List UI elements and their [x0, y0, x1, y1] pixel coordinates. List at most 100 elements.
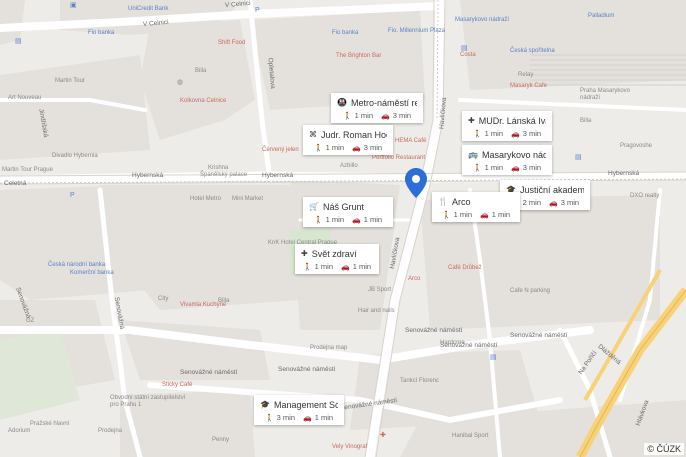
- card-title: Náš Grunt: [322, 201, 364, 212]
- drive-time: 3 min: [363, 143, 383, 152]
- card-title: Masarykovo nádr...: [481, 149, 546, 160]
- drive-time: 1 min: [491, 210, 511, 219]
- place-pragovoshe: Pragovoshe: [620, 143, 653, 149]
- walk-icon: 🚶: [472, 130, 482, 138]
- car-icon: 🚗: [341, 263, 350, 271]
- street-senovazne-3: Senovážné náměstí: [510, 332, 568, 339]
- school-icon: 🎓: [260, 399, 270, 409]
- walk-time: 3 min: [276, 413, 295, 422]
- card-title: Judr. Roman Hoch...: [321, 129, 387, 140]
- place-adorium: Adorium: [8, 428, 31, 434]
- place-billa-3: Billa: [580, 118, 592, 124]
- place-vinograf: Vely Vinograf: [332, 444, 368, 450]
- walk-time: 1 min: [484, 129, 503, 138]
- card-title: MUDr. Lánská Iva: [478, 115, 546, 126]
- street-hybernska-3: Hybernská: [608, 170, 640, 177]
- place-martin-tour: Martin Tour: [55, 78, 85, 84]
- place-prodejna: Prodejna: [98, 428, 123, 434]
- card-metro-namesti-republiky[interactable]: 🚇Metro-náměstí re... 🚶1 min 🚗3 min: [331, 93, 423, 123]
- card-masarykovo-nadrazi[interactable]: 🚌Masarykovo nádr... 🚶1 min 🚗3 min: [462, 145, 552, 175]
- walk-icon: 🚶: [264, 414, 274, 422]
- place-prodejna-map: Prodejna map: [310, 345, 348, 351]
- place-cafe-drubez: Café Drůbež: [448, 265, 482, 271]
- medical-icon: ✚: [380, 432, 386, 439]
- car-icon: 🚗: [511, 130, 520, 138]
- bus-icon-2: ▤: [490, 354, 497, 361]
- place-fio-banka: Fio banka: [88, 30, 115, 36]
- walk-icon: 🚶: [302, 263, 312, 271]
- tram-icon: ▤: [15, 38, 22, 45]
- place-cafe-parking: Cafe N parking: [510, 288, 551, 294]
- organization-icon: ⌘: [309, 129, 317, 139]
- walk-icon: 🚶: [472, 164, 482, 172]
- parking-icon-2: P: [70, 192, 75, 199]
- card-title: Management Sch...: [273, 399, 338, 410]
- walk-icon: 🚶: [342, 112, 352, 120]
- place-arco-label: Arco: [408, 276, 421, 282]
- card-title: Svět zdraví: [311, 248, 357, 259]
- card-nas-grunt[interactable]: 🛒 Náš Grunt 🚶 1 min 🚗 1 min: [303, 197, 393, 227]
- place-praha-masarykovo: Praha Masarykovo nádraží: [580, 88, 631, 101]
- street-senovazne-1: Senovážné náměstí: [278, 366, 336, 373]
- place-art-nouveau: Art Nouveau: [8, 95, 42, 101]
- place-hotel-metro: Hotel Metro: [190, 196, 222, 202]
- place-martin-tour-prague: Martin Tour Prague: [2, 167, 53, 173]
- walk-icon: 🚶: [313, 216, 323, 224]
- drive-time: 1 min: [314, 413, 334, 422]
- place-zastupitelstvi: Obvodní státní zastupitelství pro Prahu …: [110, 395, 186, 408]
- street-hybernska-2: Hybernská: [262, 172, 294, 179]
- place-jb-sport: JB Sport: [368, 287, 392, 293]
- car-icon: 🚗: [381, 112, 390, 120]
- place-palladium: Palladium: [588, 13, 615, 19]
- place-gz: GZ: [26, 318, 35, 324]
- place-kolkovna: Kolkovna Celnice: [180, 98, 227, 104]
- drive-time: 3 min: [560, 198, 580, 207]
- place-cerveny-jelen: Červený jelen: [262, 147, 299, 153]
- place-komercni: Komerční banka: [70, 270, 114, 276]
- card-title: Metro-náměstí re...: [350, 97, 417, 108]
- street-celetna: Celetná: [4, 180, 27, 187]
- card-judr-roman-hoch[interactable]: ⌘ Judr. Roman Hoch... 🚶1 min 🚗3 min: [303, 125, 393, 155]
- shop-icon: ◍: [177, 79, 184, 86]
- card-title: Arco: [451, 196, 471, 207]
- place-hair-nails: Hair and nails: [358, 308, 395, 314]
- drive-time: 3 min: [522, 129, 542, 138]
- place-ceska-sporitelna: Česká spořitelna: [510, 48, 555, 54]
- card-arco[interactable]: 🍴 Arco 🚶 1 min 🚗 1 min: [432, 192, 520, 222]
- metro-icon: 🚇: [337, 97, 347, 107]
- place-hardcore: Hardcore: [440, 340, 465, 346]
- place-hanibal: Hanibal Sport: [452, 433, 489, 439]
- place-divadlo-hybernia: Divadlo Hybernia: [52, 153, 98, 159]
- walk-icon: 🚶: [313, 144, 323, 152]
- card-management-school[interactable]: 🎓Management Sch... 🚶3 min 🚗1 min: [254, 395, 344, 425]
- card-svet-zdravi[interactable]: ✚ Svět zdraví 🚶 1 min 🚗 1 min: [295, 244, 379, 274]
- map-copyright: © ČÚZK: [644, 443, 684, 455]
- card-mudr-lanska-iva[interactable]: ✚ MUDr. Lánská Iva 🚶 1 min 🚗 3 min: [462, 111, 552, 141]
- drive-time: 3 min: [392, 111, 412, 120]
- street-opletalova: Opletalova: [266, 57, 277, 89]
- car-icon: 🚗: [303, 414, 312, 422]
- car-icon: 🚗: [352, 144, 361, 152]
- car-icon: 🚗: [480, 211, 489, 219]
- place-millennium: Fio. Millennium Plaza: [388, 28, 446, 34]
- place-fio-banka-2: Fio banka: [332, 30, 359, 36]
- bank-icon: ▣: [70, 2, 77, 9]
- drive-time: 3 min: [522, 163, 542, 172]
- place-vivamia: Vivamia Kuchyne: [180, 302, 227, 308]
- place-cnb: Česká národní banka: [48, 262, 106, 268]
- map-base: [0, 0, 686, 457]
- walk-time: 1 min: [484, 163, 503, 172]
- place-relay: Relay: [518, 72, 534, 78]
- map-canvas[interactable]: V Celnici V Celnici Hybernská Hybernská …: [0, 0, 686, 457]
- walk-time: 1 min: [354, 111, 373, 120]
- walk-icon: 🚶: [441, 211, 451, 219]
- drive-time: 1 min: [363, 215, 383, 224]
- medical-icon: ✚: [468, 115, 475, 125]
- place-azbillo: Azbillo: [340, 163, 358, 169]
- place-spanelsky: Španělský palace: [200, 172, 248, 178]
- location-pin-icon[interactable]: [405, 168, 427, 203]
- place-shift-food: Shift Food: [218, 40, 246, 46]
- place-portfolio: Portfolio Restaurant: [372, 155, 426, 161]
- car-icon: 🚗: [549, 199, 558, 207]
- place-masarykovo-nadrazi: Masarykovo nádraží: [455, 17, 510, 23]
